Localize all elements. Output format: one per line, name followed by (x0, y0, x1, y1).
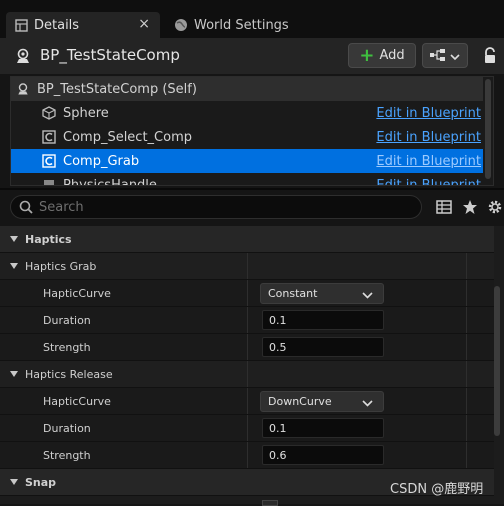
component-icon (41, 153, 57, 169)
component-icon (41, 129, 57, 145)
star-icon[interactable] (461, 198, 479, 216)
duration-field[interactable]: 0.1 (262, 418, 384, 438)
group-label: Haptics Release (25, 367, 113, 381)
strength-field[interactable]: 0.5 (262, 337, 384, 357)
tree-item-label: PhysicsHandle (63, 177, 157, 186)
group-haptics-release[interactable]: Haptics Release (0, 361, 494, 388)
table-view-icon[interactable] (435, 198, 453, 216)
property-row: Strength 0.5 (0, 334, 494, 361)
tree-item-self[interactable]: BP_TestStateComp (Self) (11, 77, 483, 101)
strength-field[interactable]: 0.6 (262, 445, 384, 465)
property-label: Duration (43, 313, 91, 327)
chevron-down-icon (10, 236, 18, 242)
tree-item-label: Comp_Grab (63, 153, 140, 169)
actor-icon (15, 81, 31, 97)
property-label: Strength (43, 448, 91, 462)
edit-in-blueprint-link[interactable]: Edit in Blueprint (376, 106, 481, 121)
chevron-down-icon (10, 479, 18, 485)
globe-icon (174, 18, 188, 32)
watermark: CSDN @鹿野明 (390, 482, 484, 497)
details-icon (14, 18, 28, 32)
tree-item-label: Comp_Select_Comp (63, 129, 192, 145)
edit-in-blueprint-link[interactable]: Edit in Blueprint (376, 178, 481, 186)
dropdown-value: Constant (268, 287, 318, 300)
snap-checkbox[interactable] (262, 500, 278, 506)
property-label: HapticCurve (43, 286, 111, 300)
chevron-down-icon (450, 46, 460, 65)
close-icon[interactable]: × (138, 16, 150, 32)
component-tree: BP_TestStateComp (Self) Sphere Edit in B… (10, 76, 494, 186)
chevron-down-icon (362, 397, 373, 410)
dropdown-value: DownCurve (268, 395, 332, 408)
chevron-down-icon (10, 263, 18, 269)
blueprint-options-button[interactable] (422, 43, 468, 68)
add-button-label: Add (379, 48, 405, 63)
gear-icon[interactable] (486, 198, 504, 216)
property-label: Strength (43, 340, 91, 354)
property-label: HapticCurve (43, 394, 111, 408)
add-component-button[interactable]: + Add (348, 43, 416, 68)
tree-item-sphere[interactable]: Sphere Edit in Blueprint (11, 101, 483, 125)
tab-details-label: Details (34, 17, 80, 33)
chevron-down-icon (362, 289, 373, 302)
tab-bar: Details × World Settings (0, 0, 504, 40)
tree-scrollbar[interactable] (485, 79, 491, 179)
search-icon (19, 200, 33, 214)
tree-item-comp-select-comp[interactable]: Comp_Select_Comp Edit in Blueprint (11, 125, 483, 149)
blueprint-graph-icon (430, 46, 446, 65)
property-row: Strength 0.6 (0, 442, 494, 469)
search-input[interactable] (39, 199, 399, 215)
haptic-curve-dropdown[interactable]: DownCurve (260, 391, 384, 412)
lock-icon[interactable] (482, 47, 498, 65)
property-scrollbar[interactable] (494, 286, 500, 436)
details-header: BP_TestStateComp + Add (0, 38, 504, 74)
tab-world-settings-label: World Settings (194, 17, 289, 33)
duration-field[interactable]: 0.1 (262, 310, 384, 330)
property-row: Duration 0.1 (0, 307, 494, 334)
tree-item-physics-handle[interactable]: PhysicsHandle Edit in Blueprint (11, 173, 483, 186)
tree-item-label: Sphere (63, 105, 109, 121)
property-label: Duration (43, 421, 91, 435)
search-box (10, 195, 422, 219)
group-haptics-grab[interactable]: Haptics Grab (0, 253, 494, 280)
property-row: HapticCurve DownCurve (0, 388, 494, 415)
category-haptics[interactable]: Haptics (0, 226, 494, 253)
category-label: Haptics (25, 232, 72, 246)
tree-item-label: BP_TestStateComp (Self) (37, 81, 197, 97)
property-row: Duration 0.1 (0, 415, 494, 442)
tab-details[interactable]: Details × (6, 12, 160, 38)
tree-item-comp-grab[interactable]: Comp_Grab Edit in Blueprint (11, 149, 483, 173)
plus-icon: + (359, 44, 375, 66)
group-label: Haptics Grab (25, 259, 97, 273)
property-row: HapticCurve Constant (0, 280, 494, 307)
panel-divider (0, 188, 504, 190)
page-title: BP_TestStateComp (40, 46, 180, 64)
tab-world-settings[interactable]: World Settings (166, 12, 316, 38)
actor-icon (14, 47, 32, 65)
edit-in-blueprint-link[interactable]: Edit in Blueprint (376, 130, 481, 145)
haptic-curve-dropdown[interactable]: Constant (260, 283, 384, 304)
chevron-down-icon (10, 371, 18, 377)
property-grid: Haptics Haptics Grab HapticCurve Constan… (0, 226, 504, 504)
physics-icon (41, 177, 57, 185)
edit-in-blueprint-link[interactable]: Edit in Blueprint (376, 154, 481, 169)
category-label: Snap (25, 475, 57, 489)
cube-icon (41, 105, 57, 121)
